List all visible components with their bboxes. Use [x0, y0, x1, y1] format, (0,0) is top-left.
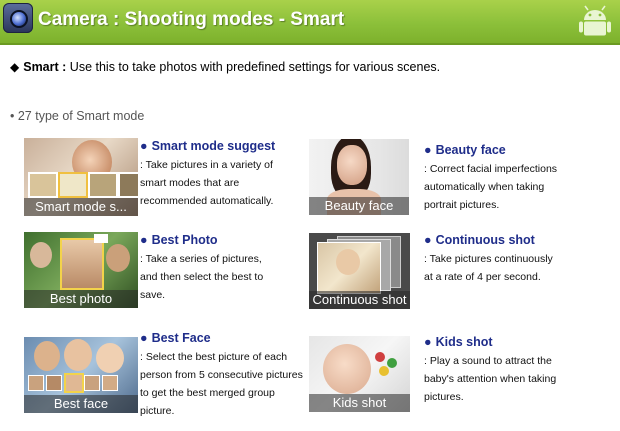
feature-kids-shot: ● Kids shot : Play a sound to attract the… — [424, 334, 604, 406]
feature-best-photo: ● Best Photo : Take a series of pictures,… — [140, 232, 300, 304]
feature-description-line: person from 5 consecutive pictures — [140, 369, 303, 381]
feature-description-line: picture. — [140, 405, 175, 417]
continuous-shot-thumbnail: Continuous shot — [309, 233, 410, 309]
feature-continuous-shot: ● Continuous shot : Take pictures continu… — [424, 232, 604, 286]
smart-intro: ◆ Smart : Use this to take photos with pr… — [10, 60, 440, 74]
feature-title: ● Smart mode suggest — [140, 139, 276, 153]
camera-icon — [3, 3, 33, 33]
intro-label: Smart : — [23, 60, 67, 74]
best-face-thumbnail: Best face — [24, 337, 138, 413]
feature-description-line: save. — [140, 289, 166, 301]
kids-shot-thumbnail: Kids shot — [309, 336, 410, 412]
thumbnail-caption: Kids shot — [309, 394, 410, 412]
feature-title: ● Continuous shot — [424, 233, 535, 247]
thumbnail-caption: Beauty face — [309, 197, 409, 215]
feature-description-line: : Play a sound to attract the — [424, 355, 552, 367]
diamond-bullet-icon: ◆ — [10, 60, 20, 74]
header-bar: Camera : Shooting modes - Smart — [0, 0, 620, 45]
beauty-face-thumbnail: Beauty face — [309, 139, 409, 215]
feature-description-line: to get the best merged group — [140, 387, 275, 399]
thumbnail-caption: Best face — [24, 395, 138, 413]
smart-mode-count: • 27 type of Smart mode — [10, 109, 145, 123]
feature-description-line: automatically when taking — [424, 181, 545, 193]
feature-beauty-face: ● Beauty face : Correct facial imperfecti… — [424, 142, 604, 214]
feature-description-line: portrait pictures. — [424, 199, 500, 211]
feature-description-line: recommended automatically. — [140, 195, 274, 207]
feature-description-line: and then select the best to — [140, 271, 264, 283]
feature-title: ● Kids shot — [424, 335, 493, 349]
smart-mode-suggest-thumbnail: Smart mode s... — [24, 138, 138, 216]
feature-description-line: at a rate of 4 per second. — [424, 271, 541, 283]
feature-description-line: : Take pictures continuously — [424, 253, 553, 265]
page-title: Camera : Shooting modes - Smart — [38, 9, 345, 30]
feature-title: ● Beauty face — [424, 143, 506, 157]
feature-description-line: smart modes that are — [140, 177, 240, 189]
feature-description-line: baby's attention when taking — [424, 373, 557, 385]
thumbnail-caption: Best photo — [24, 290, 138, 308]
feature-description-line: : Take pictures in a variety of — [140, 159, 273, 171]
feature-best-face: ● Best Face : Select the best picture of … — [140, 330, 305, 420]
feature-title: ● Best Photo — [140, 233, 218, 247]
feature-description-line: : Correct facial imperfections — [424, 163, 558, 175]
android-robot-icon — [579, 5, 611, 36]
thumbnail-caption: Continuous shot — [309, 291, 410, 309]
best-photo-thumbnail: Best photo — [24, 232, 138, 308]
intro-text: Use this to take photos with predefined … — [66, 60, 441, 74]
feature-description-line: : Select the best picture of each — [140, 351, 288, 363]
thumbnail-caption: Smart mode s... — [24, 198, 138, 216]
feature-description-line: pictures. — [424, 391, 464, 403]
feature-smart-mode-suggest: ● Smart mode suggest : Take pictures in a… — [140, 138, 300, 210]
feature-title: ● Best Face — [140, 331, 211, 345]
feature-description-line: : Take a series of pictures, — [140, 253, 262, 265]
